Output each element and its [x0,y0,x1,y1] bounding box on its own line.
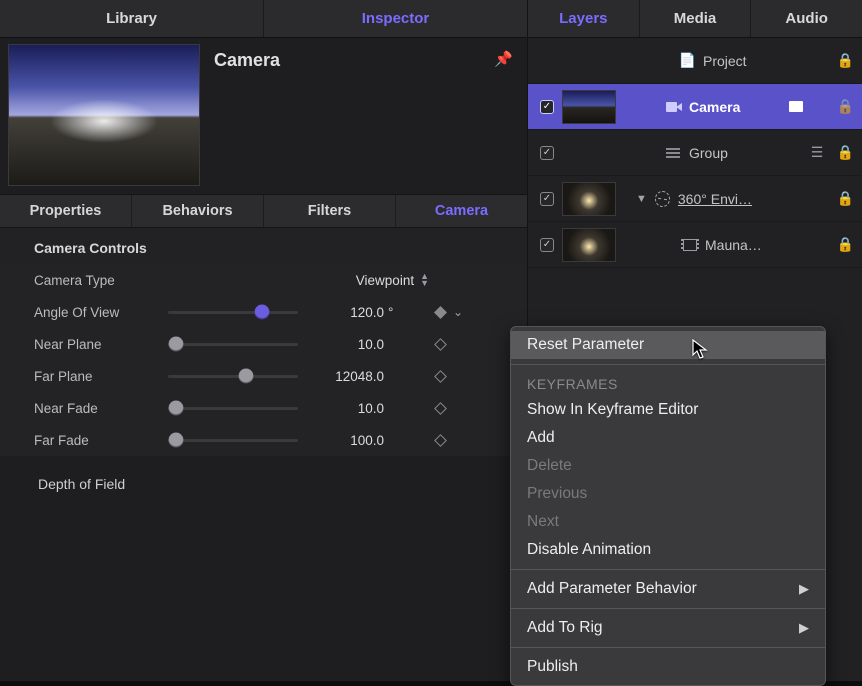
ctx-add-parameter-behavior[interactable]: Add Parameter Behavior▶ [511,575,825,603]
layer-thumbnail [562,228,616,262]
label-nf: Near Fade [34,401,168,416]
lock-icon[interactable]: 🔒 [837,236,854,253]
submenu-icon: ▶ [799,581,809,597]
label-far: Far Plane [34,369,168,384]
ctx-disable-animation[interactable]: Disable Animation [511,536,825,564]
slider-near[interactable] [168,336,298,352]
right-tabs: Layers Media Audio [528,0,862,38]
slider-ff[interactable] [168,432,298,448]
lock-icon[interactable]: 🔒 [837,190,854,207]
visibility-checkbox[interactable]: ✓ [540,238,554,252]
tab-behaviors[interactable]: Behaviors [132,195,264,227]
ctx-delete-keyframe: Delete [511,452,825,480]
inspector-panel: Library Inspector Camera 📌 Properties Be… [0,0,527,681]
pin-icon[interactable]: 📌 [494,50,513,68]
tab-filters[interactable]: Filters [264,195,396,227]
keyframe-icon[interactable] [434,306,447,319]
layer-label: Camera [689,99,781,115]
tab-audio[interactable]: Audio [751,0,862,37]
tab-properties[interactable]: Properties [0,195,132,227]
disclosure-icon[interactable]: ▼ [636,193,647,205]
value-aov[interactable]: 120.0 [308,305,384,320]
ctx-show-keyframe-editor[interactable]: Show In Keyframe Editor [511,396,825,424]
layer-thumbnail [562,90,616,124]
updown-icon[interactable]: ▲▼ [420,273,429,287]
group-icon [666,148,681,158]
param-angle-of-view: Angle Of View 120.0 ° ⌄ [0,296,527,328]
lock-icon[interactable]: 🔒 [837,144,854,161]
layer-camera[interactable]: ✓ Camera 🔒 [528,84,862,130]
layer-label: Project [703,53,825,69]
layer-label: 360° Envi… [678,191,825,207]
visibility-checkbox[interactable]: ✓ [540,192,554,206]
layer-label: Group [689,145,802,161]
layer-project[interactable]: 📄 Project 🔒 [528,38,862,84]
top-tabs: Library Inspector [0,0,527,38]
layer-thumbnail [562,182,616,216]
ctx-next-keyframe: Next [511,508,825,536]
unit-aov: ° [388,305,402,320]
value-nf[interactable]: 10.0 [308,401,384,416]
param-far-fade: Far Fade 100.0 [0,424,527,456]
separator [511,364,825,365]
separator [511,647,825,648]
context-menu: Reset Parameter KEYFRAMES Show In Keyfra… [510,326,826,686]
preview-row: Camera 📌 [0,38,527,194]
layer-360-environment[interactable]: ✓ ▼ 360° Envi… 🔒 [528,176,862,222]
project-icon: 📄 [680,52,695,69]
slider-nf[interactable] [168,400,298,416]
tab-library[interactable]: Library [0,0,264,37]
visibility-checkbox[interactable]: ✓ [540,100,554,114]
stack-icon[interactable]: ☰ [810,144,825,161]
preview-title: Camera [214,50,494,71]
preview-thumbnail[interactable] [8,44,200,186]
value-near[interactable]: 10.0 [308,337,384,352]
label-aov: Angle Of View [34,305,168,320]
param-camera-type: Camera Type Viewpoint ▲▼ [0,264,527,296]
label-camera-type: Camera Type [34,273,168,288]
ctx-previous-keyframe: Previous [511,480,825,508]
layer-label: Mauna… [705,237,825,253]
value-far[interactable]: 12048.0 [308,369,384,384]
label-near: Near Plane [34,337,168,352]
keyframe-icon[interactable] [434,402,447,415]
keyframe-menu-icon[interactable]: ⌄ [453,305,463,319]
keyframe-icon[interactable] [434,434,447,447]
ctx-keyframes-header: KEYFRAMES [511,370,825,396]
layer-mauna[interactable]: ✓ Mauna… 🔒 [528,222,862,268]
ctx-reset-parameter[interactable]: Reset Parameter [511,331,825,359]
separator [511,608,825,609]
keyframe-icon[interactable] [434,338,447,351]
param-depth-of-field: Depth of Field [0,456,527,492]
layer-group[interactable]: ✓ Group ☰ 🔒 [528,130,862,176]
lock-icon[interactable]: 🔒 [837,98,854,115]
tab-inspector[interactable]: Inspector [264,0,527,37]
separator [511,569,825,570]
ctx-publish[interactable]: Publish [511,653,825,681]
param-near-plane: Near Plane 10.0 [0,328,527,360]
param-far-plane: Far Plane 12048.0 [0,360,527,392]
submenu-icon: ▶ [799,620,809,636]
film-icon [682,239,697,251]
tab-media[interactable]: Media [640,0,752,37]
slider-far[interactable] [168,368,298,384]
visibility-checkbox[interactable]: ✓ [540,146,554,160]
keyframe-icon[interactable] [434,370,447,383]
sphere-360-icon [655,191,670,207]
ctx-add-to-rig[interactable]: Add To Rig▶ [511,614,825,642]
ctx-add-keyframe[interactable]: Add [511,424,825,452]
tab-layers[interactable]: Layers [528,0,640,37]
camera-badge-icon [789,101,803,112]
lock-icon[interactable]: 🔒 [837,52,854,69]
label-ff: Far Fade [34,433,168,448]
value-camera-type[interactable]: Viewpoint [356,273,414,288]
slider-aov[interactable] [168,304,298,320]
value-ff[interactable]: 100.0 [308,433,384,448]
section-camera-controls: Camera Controls [0,228,527,264]
tab-camera[interactable]: Camera [396,195,527,227]
param-near-fade: Near Fade 10.0 [0,392,527,424]
camera-icon [666,102,681,112]
inspector-tabs: Properties Behaviors Filters Camera [0,194,527,228]
